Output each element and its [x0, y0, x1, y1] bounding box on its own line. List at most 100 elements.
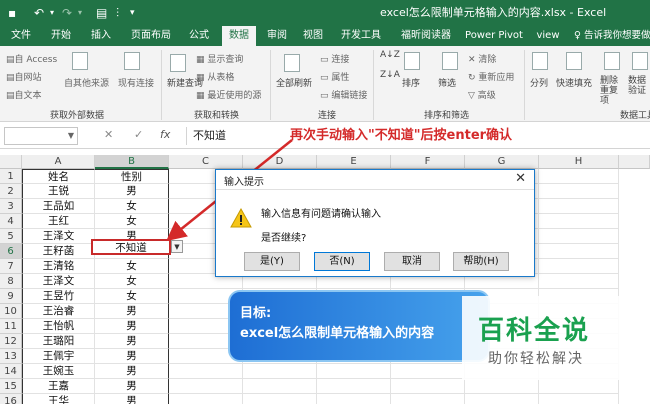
empty-cell[interactable] — [539, 379, 619, 394]
refresh-all-button[interactable]: 全部刷新 — [276, 76, 312, 89]
tab-formulas[interactable]: 公式 — [182, 26, 216, 46]
column-header-d[interactable]: D — [243, 155, 317, 169]
empty-cell[interactable] — [539, 274, 619, 289]
cell-gender[interactable]: 男 — [95, 379, 169, 394]
tab-developer[interactable]: 开发工具 — [334, 26, 388, 46]
cell-gender[interactable]: 男 — [95, 184, 169, 199]
empty-cell[interactable] — [317, 394, 391, 404]
tab-insert[interactable]: 插入 — [84, 26, 118, 46]
cell-gender[interactable]: 女 — [95, 259, 169, 274]
cell-name[interactable]: 王清铭 — [22, 259, 95, 274]
empty-cell[interactable] — [317, 379, 391, 394]
other-sources-button[interactable]: 自其他来源 — [64, 76, 109, 89]
undo-icon[interactable]: ↶ — [34, 4, 44, 22]
cell-gender[interactable]: 男 — [95, 334, 169, 349]
from-web-button[interactable]: ▤自网站 — [6, 70, 42, 83]
active-cell-b6[interactable]: 不知道 — [91, 239, 171, 255]
empty-cell[interactable] — [539, 199, 619, 214]
row-header[interactable]: 6 — [0, 244, 22, 259]
row-header[interactable]: 4 — [0, 214, 22, 229]
cell-name[interactable]: 王佩宇 — [22, 349, 95, 364]
cell-gender[interactable]: 女 — [95, 274, 169, 289]
cell-gender[interactable]: 男 — [95, 349, 169, 364]
recent-sources-button[interactable]: ▦ 最近使用的源 — [196, 88, 261, 101]
empty-cell[interactable] — [391, 364, 465, 379]
cell-gender[interactable]: 男 — [95, 364, 169, 379]
empty-cell[interactable] — [317, 364, 391, 379]
dialog-title-bar[interactable]: 输入提示 ✕ — [216, 170, 534, 190]
redo-icon[interactable]: ↷ — [62, 4, 72, 22]
redo-dropdown-icon[interactable]: ▾ — [78, 4, 82, 22]
edit-links-button[interactable]: ▭ 编辑链接 — [320, 88, 367, 101]
show-queries-button[interactable]: ▦ 显示查询 — [196, 52, 243, 65]
yes-button[interactable]: 是(Y) — [244, 252, 300, 271]
tab-view-addin[interactable]: view — [530, 26, 566, 46]
properties-button[interactable]: ▭ 属性 — [320, 70, 349, 83]
connections-button[interactable]: ▭ 连接 — [320, 52, 349, 65]
cell-gender[interactable]: 女 — [95, 214, 169, 229]
customize-icon[interactable]: ⫶ — [116, 4, 119, 22]
save-icon[interactable]: ▪ — [8, 4, 16, 22]
text-to-columns-button[interactable]: 分列 — [530, 76, 548, 89]
sort-za-icon[interactable]: Z↓A — [380, 70, 400, 80]
cell-gender[interactable]: 女 — [95, 289, 169, 304]
empty-cell[interactable] — [243, 394, 317, 404]
empty-cell[interactable] — [465, 394, 539, 404]
cell-name[interactable]: 王华 — [22, 394, 95, 404]
enter-icon[interactable]: ✓ — [134, 128, 143, 141]
row-header[interactable]: 13 — [0, 349, 22, 364]
empty-cell[interactable] — [539, 184, 619, 199]
tab-file[interactable]: 文件 — [4, 26, 38, 46]
cell-name[interactable]: 王泽文 — [22, 229, 95, 244]
cell-name[interactable]: 王治睿 — [22, 304, 95, 319]
from-table-button[interactable]: ▦ 从表格 — [196, 70, 234, 83]
function-icon[interactable]: fx — [160, 128, 170, 141]
row-header[interactable]: 15 — [0, 379, 22, 394]
column-header-c[interactable]: C — [169, 155, 243, 169]
advanced-button[interactable]: ▽ 高级 — [468, 88, 496, 101]
row-header[interactable]: 8 — [0, 274, 22, 289]
list-dropdown-icon[interactable]: ▼ — [171, 240, 183, 253]
help-button[interactable]: 帮助(H) — [453, 252, 509, 271]
sort-button[interactable]: 排序 — [402, 76, 420, 89]
form-icon[interactable]: ▤ — [96, 4, 107, 22]
empty-cell[interactable] — [539, 229, 619, 244]
row-header[interactable]: 11 — [0, 319, 22, 334]
row-header[interactable]: 9 — [0, 289, 22, 304]
row-header[interactable]: 16 — [0, 394, 22, 404]
empty-cell[interactable] — [169, 364, 243, 379]
empty-cell[interactable] — [243, 379, 317, 394]
column-header-b[interactable]: B — [95, 155, 169, 169]
tab-foxit[interactable]: 福昕阅读器 — [394, 26, 458, 46]
empty-cell[interactable] — [539, 214, 619, 229]
close-icon[interactable]: ✕ — [515, 171, 526, 186]
empty-cell[interactable] — [243, 364, 317, 379]
row-header[interactable]: 10 — [0, 304, 22, 319]
row-header[interactable]: 1 — [0, 169, 22, 184]
existing-connections-button[interactable]: 现有连接 — [118, 76, 154, 89]
row-header[interactable]: 14 — [0, 364, 22, 379]
column-header-overflow[interactable] — [619, 155, 650, 169]
remove-duplicates-button[interactable]: 删除重复项 — [600, 76, 622, 106]
cell-gender[interactable]: 女 — [95, 199, 169, 214]
customize-dropdown-icon[interactable]: ▾ — [130, 4, 135, 22]
cell-name[interactable]: 王籽菡 — [22, 244, 95, 259]
tab-view[interactable]: 视图 — [298, 26, 328, 46]
no-button[interactable]: 否(N) — [314, 252, 370, 271]
cell-name[interactable]: 王昱竹 — [22, 289, 95, 304]
cell-gender[interactable]: 男 — [95, 319, 169, 334]
empty-cell[interactable] — [391, 394, 465, 404]
sort-az-icon[interactable]: A↓Z — [380, 50, 400, 60]
chevron-down-icon[interactable]: ▼ — [68, 131, 74, 140]
row-header[interactable]: 7 — [0, 259, 22, 274]
empty-cell[interactable] — [539, 259, 619, 274]
row-header[interactable]: 2 — [0, 184, 22, 199]
data-validation-button[interactable]: 数据验证 — [628, 76, 650, 96]
tab-review[interactable]: 审阅 — [262, 26, 292, 46]
cell-name[interactable]: 王嘉 — [22, 379, 95, 394]
tab-power-pivot[interactable]: Power Pivot — [462, 26, 526, 46]
column-header-e[interactable]: E — [317, 155, 391, 169]
cell-name[interactable]: 王怡帆 — [22, 319, 95, 334]
tell-me-search[interactable]: ♀ 告诉我你想要做 — [574, 26, 650, 46]
flash-fill-button[interactable]: 快速填充 — [556, 76, 592, 89]
